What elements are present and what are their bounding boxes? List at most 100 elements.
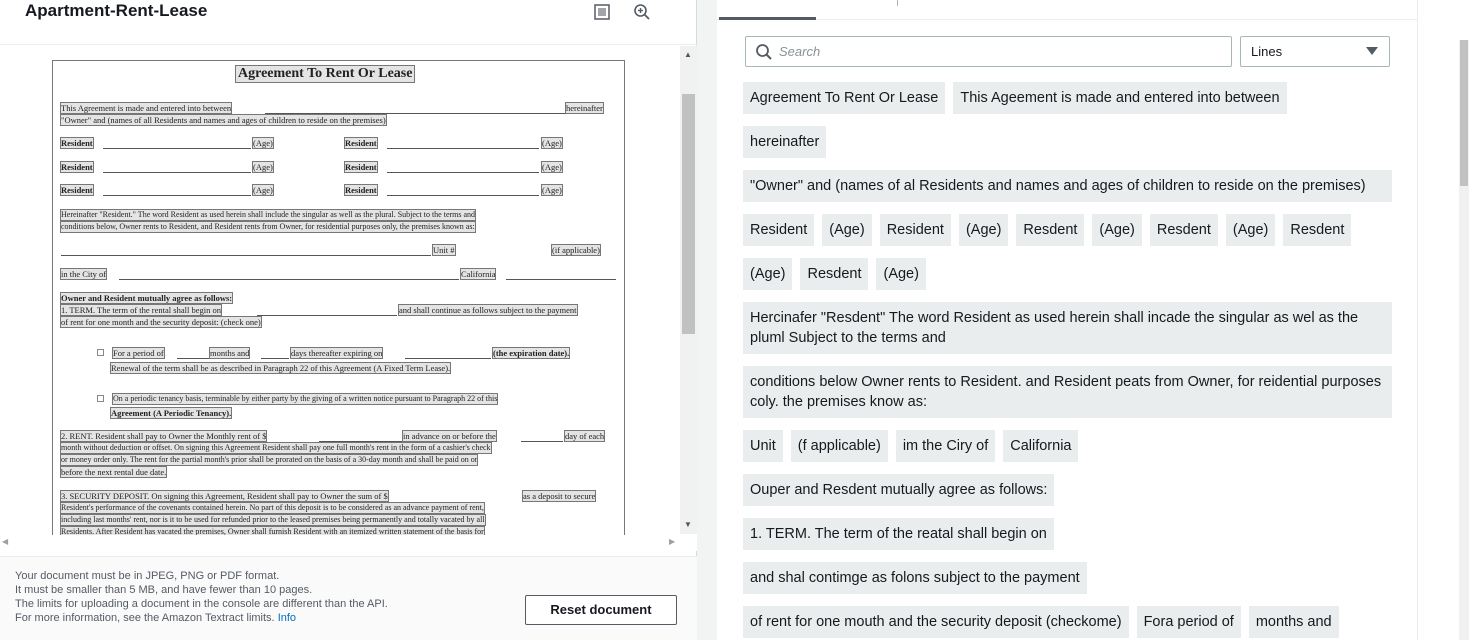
doc-line: California xyxy=(459,268,497,280)
doc-line: Owner and Resident mutually agree as fol… xyxy=(59,292,234,304)
scrollbar-thumb[interactable] xyxy=(682,94,695,334)
line-chip[interactable]: Resdent xyxy=(1149,214,1218,246)
results-tabs xyxy=(717,0,1418,20)
doc-line: (Age) xyxy=(252,184,274,196)
doc-line: 2. RENT. Resident shall pay to Owner the… xyxy=(59,430,268,442)
search-box[interactable] xyxy=(745,36,1232,67)
line-chip[interactable]: of rent for one mouth and the security d… xyxy=(743,606,1129,638)
line-chip[interactable]: months and xyxy=(1248,606,1339,638)
fit-page-icon[interactable] xyxy=(593,3,611,21)
doc-line: of rent for one month and the security d… xyxy=(60,316,262,328)
scroll-right-icon[interactable]: ▶ xyxy=(669,537,675,546)
doc-line: before the next rental due date. xyxy=(59,466,168,478)
line-chip[interactable]: Resident xyxy=(879,214,951,246)
line-chip[interactable]: (f applicable) xyxy=(790,430,888,462)
line-chip[interactable]: This Ageement is made and entered into b… xyxy=(953,82,1287,114)
doc-line: Agreement To Rent Or Lease xyxy=(234,65,416,83)
viewer-vertical-scrollbar[interactable]: ▲ ▼ xyxy=(680,46,697,534)
line-chip[interactable]: Fora period of xyxy=(1136,606,1241,638)
line-chip[interactable]: hereinafter xyxy=(743,126,827,158)
line-chip[interactable]: (Age) xyxy=(958,214,1009,246)
upload-info-footer: Your document must be in JPEG, PNG or PD… xyxy=(0,556,697,640)
line-chip[interactable]: Ouper and Resdent mutually agree as foll… xyxy=(743,474,1055,506)
doc-line: in advance on or before the xyxy=(402,430,497,442)
line-chip[interactable]: California xyxy=(1003,430,1079,462)
zoom-in-icon[interactable] xyxy=(633,3,651,21)
info-link[interactable]: Info xyxy=(278,612,296,624)
search-icon xyxy=(756,44,772,60)
tab-divider xyxy=(897,0,898,6)
doc-line: (Age) xyxy=(541,184,563,196)
view-select-value: Lines xyxy=(1251,44,1283,59)
view-select[interactable]: Lines xyxy=(1240,36,1390,67)
document-viewer[interactable]: Agreement To Rent Or Lease This Agreemen… xyxy=(0,46,697,551)
line-chip[interactable]: "Owner" and (names of al Residents and n… xyxy=(743,170,1392,202)
document-page: Agreement To Rent Or Lease This Agreemen… xyxy=(52,60,625,540)
extracted-lines-list: Agreement To Rent Or Lease This Ageement … xyxy=(743,82,1393,640)
doc-line: 3. SECURITY DEPOSIT. On signing this Agr… xyxy=(60,490,389,502)
doc-line: (if applicable) xyxy=(551,244,601,256)
term-periodic-checkbox[interactable] xyxy=(97,395,104,402)
line-chip[interactable]: (Age) xyxy=(1225,214,1276,246)
result-row: Ouper and Resdent mutually agree as foll… xyxy=(743,474,1393,506)
doc-line: month without deduction or offset. On si… xyxy=(60,442,492,454)
doc-line: (Age) xyxy=(252,137,274,149)
line-chip[interactable]: (Age) xyxy=(743,258,793,290)
doc-line: and shall continue as follows subject to… xyxy=(398,304,578,316)
caret-down-icon xyxy=(1366,47,1378,55)
scroll-left-icon[interactable]: ◀ xyxy=(2,537,8,546)
line-chip[interactable]: Resdent xyxy=(800,258,869,290)
line-chip[interactable]: Agreement To Rent Or Lease xyxy=(743,82,946,114)
result-row: "Owner" and (names of al Residents and n… xyxy=(743,170,1393,202)
document-title: Apartment-Rent-Lease xyxy=(25,1,208,20)
doc-line: Resident xyxy=(60,184,94,196)
doc-line: Agreement (A Periodic Tenancy). xyxy=(109,407,233,419)
doc-line: days thereafter expiring on xyxy=(289,347,384,359)
line-chip[interactable]: Resdent xyxy=(1283,214,1352,246)
doc-line: months and xyxy=(208,347,251,359)
doc-line: This Agreement is made and entered into … xyxy=(59,102,233,114)
result-row: Resident (Age) Resident (Age) Resdent (Age) Re… xyxy=(743,214,1393,246)
result-row: hereinafter xyxy=(743,126,1393,158)
panel-gutter xyxy=(697,0,717,640)
line-chip[interactable]: Resdent xyxy=(1016,214,1085,246)
result-row: 1. TERM. The term of the reatal shall be… xyxy=(743,518,1393,550)
tab-active-indicator xyxy=(719,17,816,20)
line-chip[interactable]: im the Ciry of xyxy=(895,430,996,462)
results-scrollbar-thumb[interactable] xyxy=(1460,40,1468,186)
line-chip[interactable]: (Age) xyxy=(822,214,872,246)
doc-line: (the expiration date). xyxy=(491,347,571,359)
line-chip[interactable]: (Age) xyxy=(876,258,926,290)
line-chip[interactable]: conditions below Owner rents to Resident… xyxy=(743,366,1392,418)
scroll-up-icon[interactable]: ▲ xyxy=(684,50,692,59)
line-chip[interactable]: Hercinafer "Resdent" The word Resident a… xyxy=(743,302,1392,354)
scroll-down-icon[interactable]: ▼ xyxy=(684,520,692,529)
doc-line: in the City of xyxy=(59,268,108,280)
line-chip[interactable]: 1. TERM. The term of the reatal shall be… xyxy=(743,518,1054,550)
doc-line: Renewal of the term shall be as describe… xyxy=(109,362,452,374)
search-input[interactable] xyxy=(779,41,1219,62)
reset-document-button[interactable]: Reset document xyxy=(525,595,677,625)
doc-line: Hereinafter "Resident." The word Residen… xyxy=(59,209,477,221)
doc-line: as a deposit to secure xyxy=(521,490,597,502)
document-panel: Apartment-Rent-Lease Agreement To Rent O… xyxy=(0,0,697,640)
line-chip[interactable]: and shal contimge as folons subject to t… xyxy=(743,562,1087,594)
result-row: Unit (f applicable) im the Ciry of Californ… xyxy=(743,430,1393,462)
doc-line: "Owner" and (names of all Residents and … xyxy=(60,114,387,126)
results-scrollbar[interactable] xyxy=(1459,40,1469,640)
result-row: and shal contimge as folons subject to t… xyxy=(743,562,1393,594)
line-chip[interactable]: Resident xyxy=(743,214,815,246)
term-fixed-checkbox[interactable] xyxy=(97,349,104,356)
results-panel: Lines Agreement To Rent Or LeaseThis Age… xyxy=(717,0,1469,640)
line-chip[interactable]: Unit xyxy=(743,430,783,462)
line-chip[interactable]: (Age) xyxy=(1092,214,1142,246)
title-divider xyxy=(0,44,697,45)
doc-line: Unit # xyxy=(432,244,456,256)
doc-line: conditions below, Owner rents to Residen… xyxy=(60,221,476,233)
results-edge xyxy=(1417,0,1418,640)
viewer-horizontal-scrollbar[interactable]: ◀ ▶ xyxy=(0,535,680,551)
doc-line: On a periodic tenancy basis, terminable … xyxy=(111,393,499,405)
result-row: conditions below Owner rents to Resident… xyxy=(743,366,1393,418)
result-row: (Age) Resdent (Age) xyxy=(743,258,1393,290)
doc-line: Resident xyxy=(344,137,378,149)
